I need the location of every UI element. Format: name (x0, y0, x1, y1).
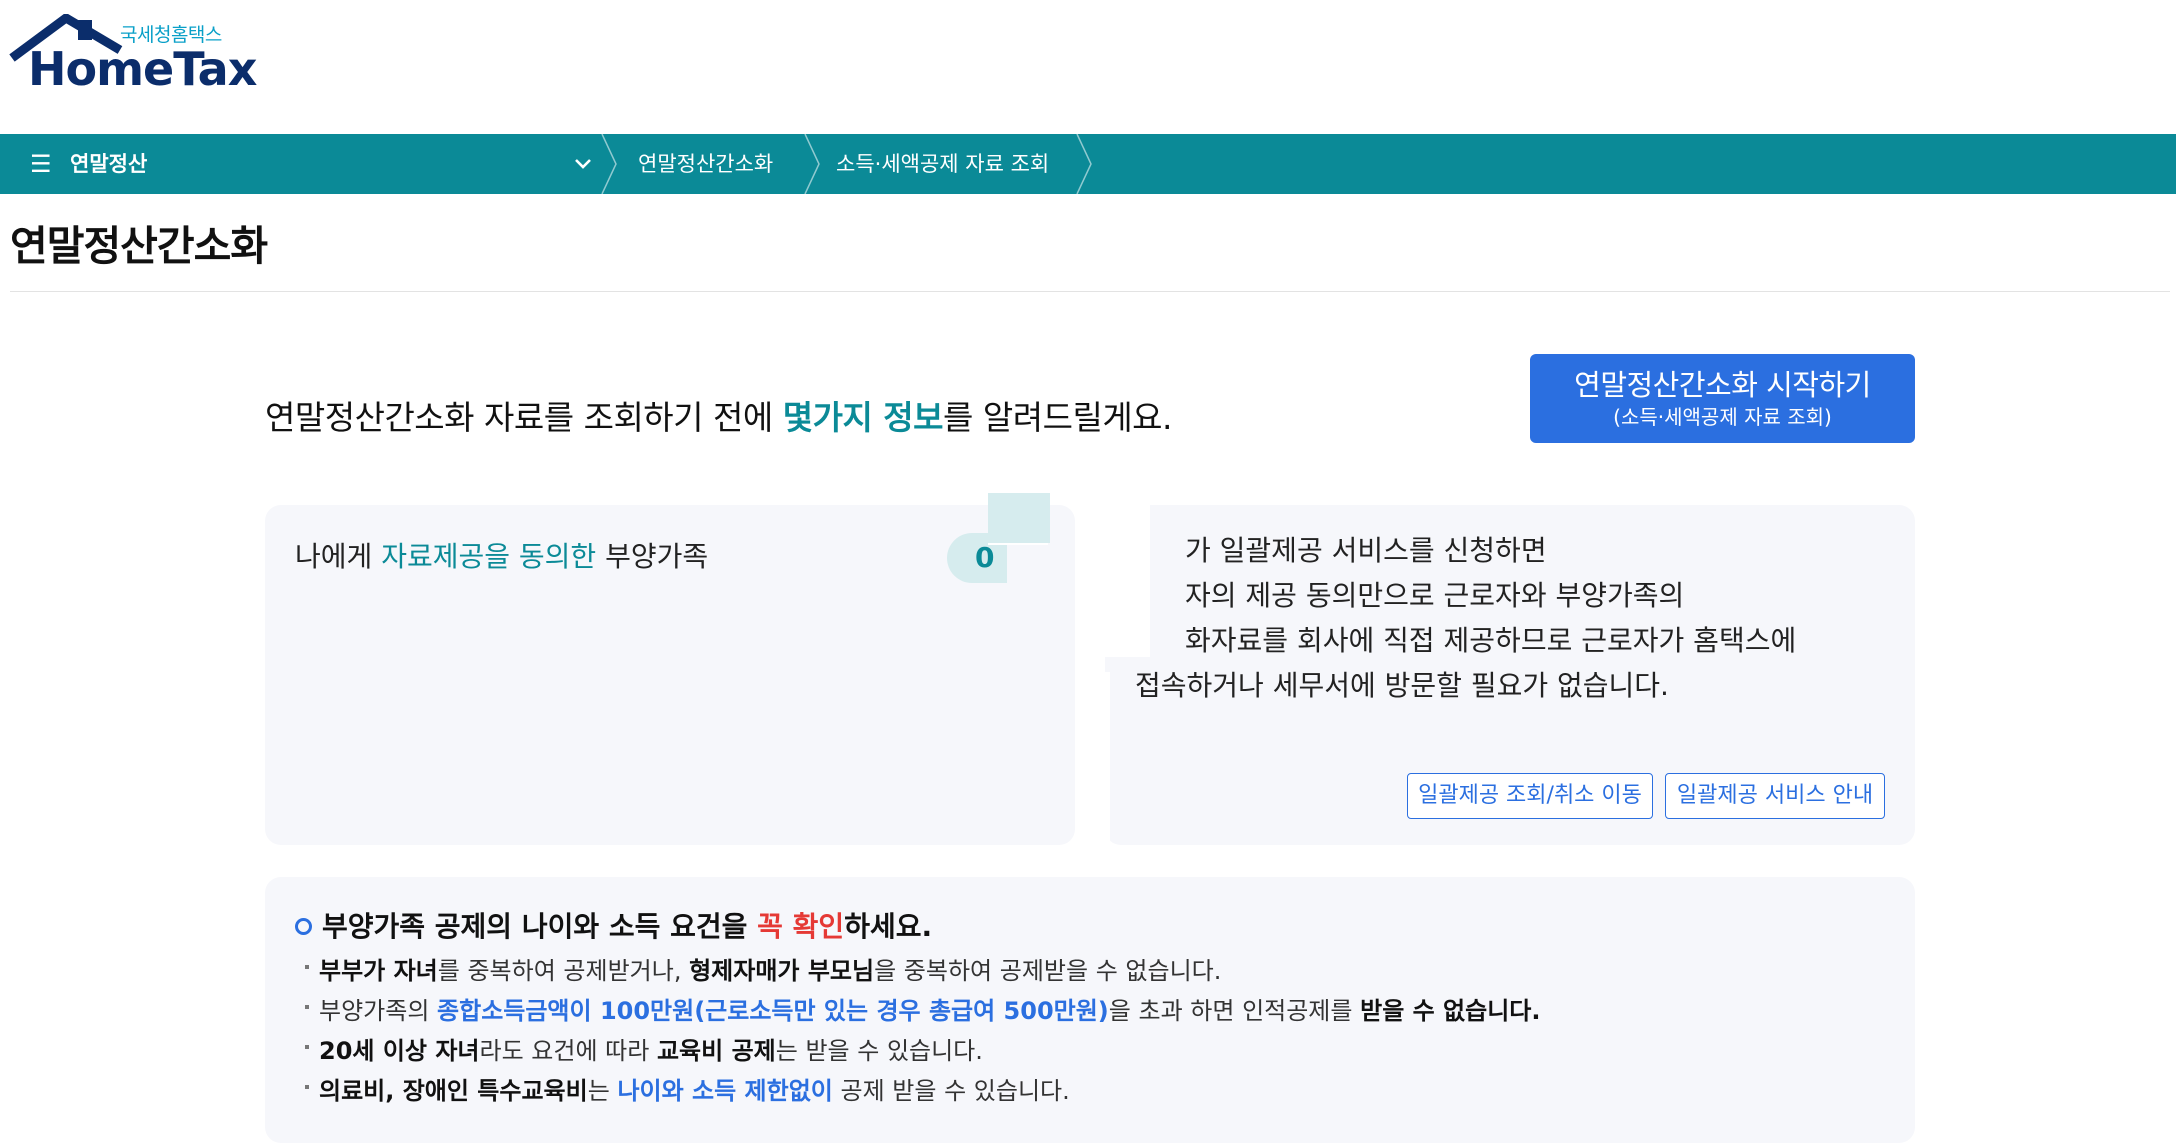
bulk-provision-text-line: 접속하거나 세무서에 방문할 필요가 없습니다. (1135, 669, 1669, 702)
bulk-provision-text-line: 자의 제공 동의만으로 근로자와 부양가족의 (1185, 579, 1685, 612)
chevron-down-icon[interactable] (570, 150, 596, 176)
notice-item: 부양가족의 종합소득금액이 100만원(근로소득만 있는 경우 총급여 500만… (305, 994, 1541, 1028)
bullet-dot-icon (305, 1045, 309, 1049)
breadcrumb-item-deduction-lookup[interactable]: 소득·세액공제 자료 조회 (836, 150, 1049, 178)
bulk-service-guide-button[interactable]: 일괄제공 서비스 안내 (1665, 773, 1885, 819)
notice-item: 부부가 자녀를 중복하여 공제받거나, 형제자매가 부모님을 중복하여 공제받을… (305, 954, 1221, 988)
bulk-provision-text-line: 화자료를 회사에 직접 제공하므로 근로자가 홈택스에 (1185, 624, 1797, 657)
page-title: 연말정산간소화 (10, 222, 268, 270)
breadcrumb-separator-icon (1076, 134, 1092, 194)
bullet-dot-icon (305, 1005, 309, 1009)
start-simplified-button[interactable]: 연말정산간소화 시작하기 (소득·세액공제 자료 조회) (1530, 354, 1915, 443)
bullet-ring-icon (295, 918, 312, 935)
consented-dependents-label: 나에게 자료제공을 동의한 부양가족 (295, 540, 709, 573)
breadcrumb-item-simplified[interactable]: 연말정산간소화 (638, 150, 773, 178)
notice-item: 의료비, 장애인 특수교육비는 나이와 소득 제한없이 공제 받을 수 있습니다… (305, 1074, 1070, 1108)
overlay-gap (1100, 505, 1150, 657)
bulk-provision-text-line: 가 일괄제공 서비스를 신청하면 (1185, 534, 1547, 567)
dependent-requirements-notice: 부양가족 공제의 나이와 소득 요건을 꼭 확인하세요. 부부가 자녀를 중복하… (265, 877, 1915, 1143)
breadcrumb-bar: ☰ 연말정산 연말정산간소화 소득·세액공제 자료 조회 (0, 134, 2176, 194)
bullet-dot-icon (305, 1085, 309, 1089)
hometax-logo[interactable]: 국세청홈택스 HomeTax (8, 14, 257, 96)
overlay-tint (988, 493, 1050, 543)
menu-category-label[interactable]: 연말정산 (70, 150, 147, 178)
bulk-lookup-cancel-button[interactable]: 일괄제공 조회/취소 이동 (1407, 773, 1653, 819)
overlay-gap (1100, 493, 1188, 505)
logo-wordmark: HomeTax (28, 42, 257, 96)
hamburger-menu-icon[interactable]: ☰ (30, 151, 52, 177)
bullet-dot-icon (305, 965, 309, 969)
notice-heading: 부양가족 공제의 나이와 소득 요건을 꼭 확인하세요. (295, 907, 932, 947)
consented-dependents-card: 나에게 자료제공을 동의한 부양가족 0 (265, 505, 1075, 845)
overlay-gap (1075, 672, 1110, 846)
breadcrumb-separator-icon (601, 134, 617, 194)
notice-item: 20세 이상 자녀라도 요건에 따라 교육비 공제는 받을 수 있습니다. (305, 1034, 983, 1068)
breadcrumb-separator-icon (804, 134, 820, 194)
intro-message: 연말정산간소화 자료를 조회하기 전에 몇가지 정보를 알려드릴게요. (265, 398, 1173, 437)
title-divider (10, 291, 2170, 292)
bulk-provision-card: 가 일괄제공 서비스를 신청하면 자의 제공 동의만으로 근로자와 부양가족의 … (1105, 505, 1915, 845)
